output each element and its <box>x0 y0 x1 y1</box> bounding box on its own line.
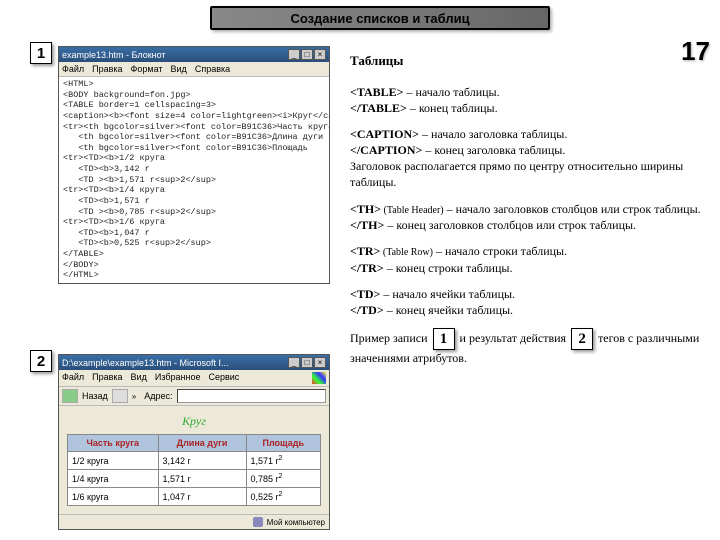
table-row: 1/4 круга 1,571 r 0,785 r2 <box>68 470 321 488</box>
rendered-table: Часть круга Длина дуги Площадь 1/2 круга… <box>67 434 321 506</box>
table-row: 1/2 круга 3,142 r 1,571 r2 <box>68 452 321 470</box>
back-icon[interactable] <box>62 389 78 403</box>
minimize-icon[interactable]: _ <box>288 49 300 60</box>
browser-title: D:\example\example13.htm - Microsoft I..… <box>62 358 229 368</box>
back-label: Назад <box>82 391 108 401</box>
marker-1: 1 <box>30 42 52 64</box>
desc-td: <TD> – начало ячейки таблицы. </TD> – ко… <box>350 286 708 318</box>
table-cell: 1,571 r2 <box>246 452 320 470</box>
menu-view[interactable]: Вид <box>171 64 187 74</box>
table-cell: 1,047 r <box>158 488 246 506</box>
menu-format[interactable]: Формат <box>131 64 163 74</box>
desc-caption: <CAPTION> – начало заголовка таблицы. </… <box>350 126 708 191</box>
page-heading: Круг <box>67 414 321 429</box>
maximize-icon[interactable]: □ <box>301 357 313 368</box>
desc-tr: <TR> (Table Row) – начало строки таблицы… <box>350 243 708 276</box>
section-title: Таблицы <box>350 52 708 70</box>
notepad-window: example13.htm - Блокнот _ □ × Файл Правк… <box>58 46 330 284</box>
browser-window: D:\example\example13.htm - Microsoft I..… <box>58 354 330 530</box>
slide-title-banner: Создание списков и таблиц <box>210 6 550 30</box>
menu-help[interactable]: Справка <box>195 64 230 74</box>
notepad-content[interactable]: <HTML> <BODY background=fon.jpg> <TABLE … <box>59 77 329 283</box>
marker-2: 2 <box>30 350 52 372</box>
table-cell: 1/4 круга <box>68 470 159 488</box>
notepad-title: example13.htm - Блокнот <box>62 50 166 60</box>
notepad-titlebar: example13.htm - Блокнот _ □ × <box>59 47 329 62</box>
computer-icon <box>253 517 263 527</box>
browser-statusbar: Мой компьютер <box>59 514 329 529</box>
maximize-icon[interactable]: □ <box>301 49 313 60</box>
menu-edit[interactable]: Правка <box>92 372 122 384</box>
table-cell: 1/2 круга <box>68 452 159 470</box>
windows-flag-icon <box>312 372 326 384</box>
table-cell: 1,571 r <box>158 470 246 488</box>
inline-marker-1: 1 <box>433 328 455 350</box>
forward-icon[interactable] <box>112 389 128 403</box>
browser-titlebar: D:\example\example13.htm - Microsoft I..… <box>59 355 329 370</box>
address-label: Адрес: <box>144 391 172 401</box>
menu-view[interactable]: Вид <box>131 372 147 384</box>
menu-file[interactable]: Файл <box>62 372 84 384</box>
desc-table: <TABLE> – начало таблицы. </TABLE> – кон… <box>350 84 708 116</box>
table-row: 1/6 круга 1,047 r 0,525 r2 <box>68 488 321 506</box>
menu-favorites[interactable]: Избранное <box>155 372 201 384</box>
desc-th: <TH> (Table Header) – начало заголовков … <box>350 201 708 234</box>
close-icon[interactable]: × <box>314 357 326 368</box>
table-header: Площадь <box>246 435 320 452</box>
explanation-panel: Таблицы <TABLE> – начало таблицы. </TABL… <box>350 52 708 377</box>
table-header: Длина дуги <box>158 435 246 452</box>
status-text: Мой компьютер <box>267 518 325 527</box>
browser-toolbar: Назад » Адрес: <box>59 387 329 406</box>
close-icon[interactable]: × <box>314 49 326 60</box>
example-sentence: Пример записи 1 и результат действия 2 т… <box>350 328 708 366</box>
table-header: Часть круга <box>68 435 159 452</box>
table-cell: 3,142 r <box>158 452 246 470</box>
table-cell: 0,525 r2 <box>246 488 320 506</box>
browser-menubar: Файл Правка Вид Избранное Сервис <box>59 370 329 387</box>
table-cell: 0,785 r2 <box>246 470 320 488</box>
menu-tools[interactable]: Сервис <box>208 372 239 384</box>
table-header-row: Часть круга Длина дуги Площадь <box>68 435 321 452</box>
table-cell: 1/6 круга <box>68 488 159 506</box>
notepad-menubar: Файл Правка Формат Вид Справка <box>59 62 329 77</box>
menu-edit[interactable]: Правка <box>92 64 122 74</box>
address-bar[interactable] <box>177 389 326 403</box>
browser-viewport: Круг Часть круга Длина дуги Площадь 1/2 … <box>59 406 329 514</box>
menu-file[interactable]: Файл <box>62 64 84 74</box>
inline-marker-2: 2 <box>571 328 593 350</box>
minimize-icon[interactable]: _ <box>288 357 300 368</box>
